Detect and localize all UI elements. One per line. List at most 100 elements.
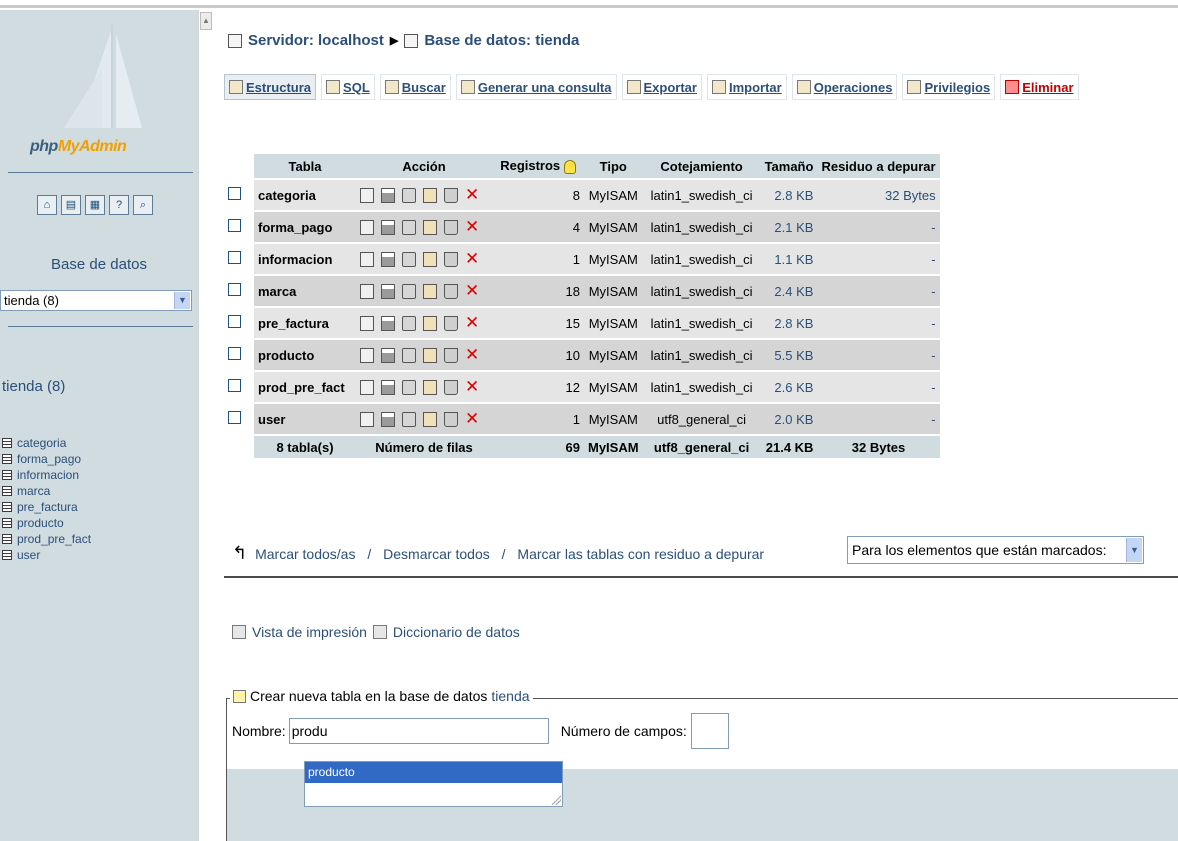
sql-query-icon[interactable]: ▦: [85, 195, 105, 215]
structure-icon[interactable]: [381, 219, 395, 235]
row-checkbox[interactable]: [228, 411, 241, 424]
size-link[interactable]: 5.5 KB: [760, 340, 818, 370]
info-bulb-icon[interactable]: [563, 159, 576, 174]
table-name-link[interactable]: forma_pago: [254, 212, 356, 242]
drop-table-icon[interactable]: ✕: [465, 410, 479, 427]
sidebar-table-item[interactable]: informacion: [2, 467, 91, 483]
overhead-link[interactable]: -: [817, 276, 940, 306]
chevron-down-icon[interactable]: ▼: [174, 292, 190, 309]
empty-table-icon[interactable]: [444, 251, 458, 267]
browse-icon[interactable]: [360, 315, 374, 331]
breadcrumb-server[interactable]: Servidor: localhost: [248, 32, 384, 49]
table-icon[interactable]: [2, 534, 12, 544]
sidebar-table-item[interactable]: pre_factura: [2, 499, 91, 515]
mark-all-link[interactable]: Marcar todos/as: [255, 546, 355, 562]
table-name-input[interactable]: [288, 718, 549, 744]
row-checkbox[interactable]: [228, 347, 241, 360]
structure-icon[interactable]: [381, 347, 395, 363]
browse-icon[interactable]: [360, 411, 374, 427]
insert-icon[interactable]: [423, 283, 437, 299]
empty-table-icon[interactable]: [444, 283, 458, 299]
table-name-link[interactable]: producto: [254, 340, 356, 370]
drop-table-icon[interactable]: ✕: [465, 186, 479, 203]
breadcrumb-database[interactable]: Base de datos: tienda: [424, 32, 579, 49]
scroll-up-icon[interactable]: ▲: [200, 12, 212, 30]
empty-table-icon[interactable]: [444, 315, 458, 331]
empty-table-icon[interactable]: [444, 187, 458, 203]
search-icon[interactable]: [402, 187, 416, 203]
size-link[interactable]: 2.1 KB: [760, 212, 818, 242]
overhead-link[interactable]: -: [817, 244, 940, 274]
sidebar-table-label[interactable]: forma_pago: [17, 451, 81, 467]
tab-buscar[interactable]: Buscar: [379, 74, 451, 100]
empty-table-icon[interactable]: [444, 219, 458, 235]
print-icon[interactable]: [232, 625, 246, 639]
table-name-link[interactable]: marca: [254, 276, 356, 306]
search-icon[interactable]: [402, 347, 416, 363]
table-icon[interactable]: [2, 454, 12, 464]
size-link[interactable]: 2.8 KB: [760, 180, 818, 210]
header-tamano[interactable]: Tamaño: [760, 154, 818, 178]
table-icon[interactable]: [2, 438, 12, 448]
current-database-link[interactable]: tienda (8): [2, 378, 65, 395]
browse-icon[interactable]: [360, 219, 374, 235]
row-checkbox[interactable]: [228, 379, 241, 392]
table-name-link[interactable]: user: [254, 404, 356, 434]
tab-exportar[interactable]: Exportar: [621, 74, 702, 100]
logo[interactable]: phpMyAdmin: [0, 10, 198, 170]
fields-count-input[interactable]: [690, 713, 729, 749]
home-icon[interactable]: ⌂: [37, 195, 57, 215]
sidebar-table-item[interactable]: producto: [2, 515, 91, 531]
insert-icon[interactable]: [423, 379, 437, 395]
table-icon[interactable]: [2, 518, 12, 528]
size-link[interactable]: 2.0 KB: [760, 404, 818, 434]
overhead-link[interactable]: -: [817, 340, 940, 370]
tab-eliminar[interactable]: Eliminar: [1000, 74, 1079, 100]
sidebar-table-label[interactable]: categoria: [17, 435, 66, 451]
header-tabla[interactable]: Tabla: [254, 154, 356, 178]
empty-table-icon[interactable]: [444, 411, 458, 427]
insert-icon[interactable]: [423, 315, 437, 331]
browse-icon[interactable]: [360, 347, 374, 363]
sidebar-table-label[interactable]: producto: [17, 515, 64, 531]
row-checkbox[interactable]: [228, 283, 241, 296]
row-checkbox[interactable]: [228, 251, 241, 264]
row-checkbox[interactable]: [228, 315, 241, 328]
overhead-link[interactable]: -: [817, 372, 940, 402]
autocomplete-option[interactable]: producto: [305, 762, 562, 783]
overhead-link[interactable]: -: [817, 308, 940, 338]
row-checkbox[interactable]: [228, 219, 241, 232]
size-link[interactable]: 2.6 KB: [760, 372, 818, 402]
database-select[interactable]: tienda (8) ▼: [0, 290, 192, 311]
drop-table-icon[interactable]: ✕: [465, 314, 479, 331]
sidebar-table-label[interactable]: user: [17, 547, 40, 563]
unmark-all-link[interactable]: Desmarcar todos: [383, 546, 490, 562]
table-name-link[interactable]: prod_pre_fact: [254, 372, 356, 402]
documentation-icon[interactable]: ⌕: [133, 195, 153, 215]
overhead-link[interactable]: 32 Bytes: [817, 180, 940, 210]
browse-icon[interactable]: [360, 251, 374, 267]
insert-icon[interactable]: [423, 411, 437, 427]
sidebar-table-item[interactable]: forma_pago: [2, 451, 91, 467]
resize-grip-icon[interactable]: [551, 795, 561, 805]
sidebar-table-label[interactable]: marca: [17, 483, 50, 499]
size-link[interactable]: 2.8 KB: [760, 308, 818, 338]
drop-table-icon[interactable]: ✕: [465, 218, 479, 235]
empty-table-icon[interactable]: [444, 379, 458, 395]
data-dictionary-link[interactable]: Diccionario de datos: [393, 624, 520, 640]
browse-icon[interactable]: [360, 379, 374, 395]
search-icon[interactable]: [402, 411, 416, 427]
table-icon[interactable]: [2, 486, 12, 496]
drop-table-icon[interactable]: ✕: [465, 346, 479, 363]
sidebar-table-item[interactable]: marca: [2, 483, 91, 499]
structure-icon[interactable]: [381, 315, 395, 331]
header-registros[interactable]: Registros: [492, 154, 584, 178]
with-selected-select[interactable]: Para los elementos que están marcados: ▼: [847, 536, 1144, 564]
tab-importar[interactable]: Importar: [706, 74, 787, 100]
table-name-link[interactable]: informacion: [254, 244, 356, 274]
tab-estructura[interactable]: Estructura: [224, 74, 317, 100]
overhead-link[interactable]: -: [817, 212, 940, 242]
search-icon[interactable]: [402, 315, 416, 331]
empty-table-icon[interactable]: [444, 347, 458, 363]
create-table-db-link[interactable]: tienda: [491, 688, 529, 704]
